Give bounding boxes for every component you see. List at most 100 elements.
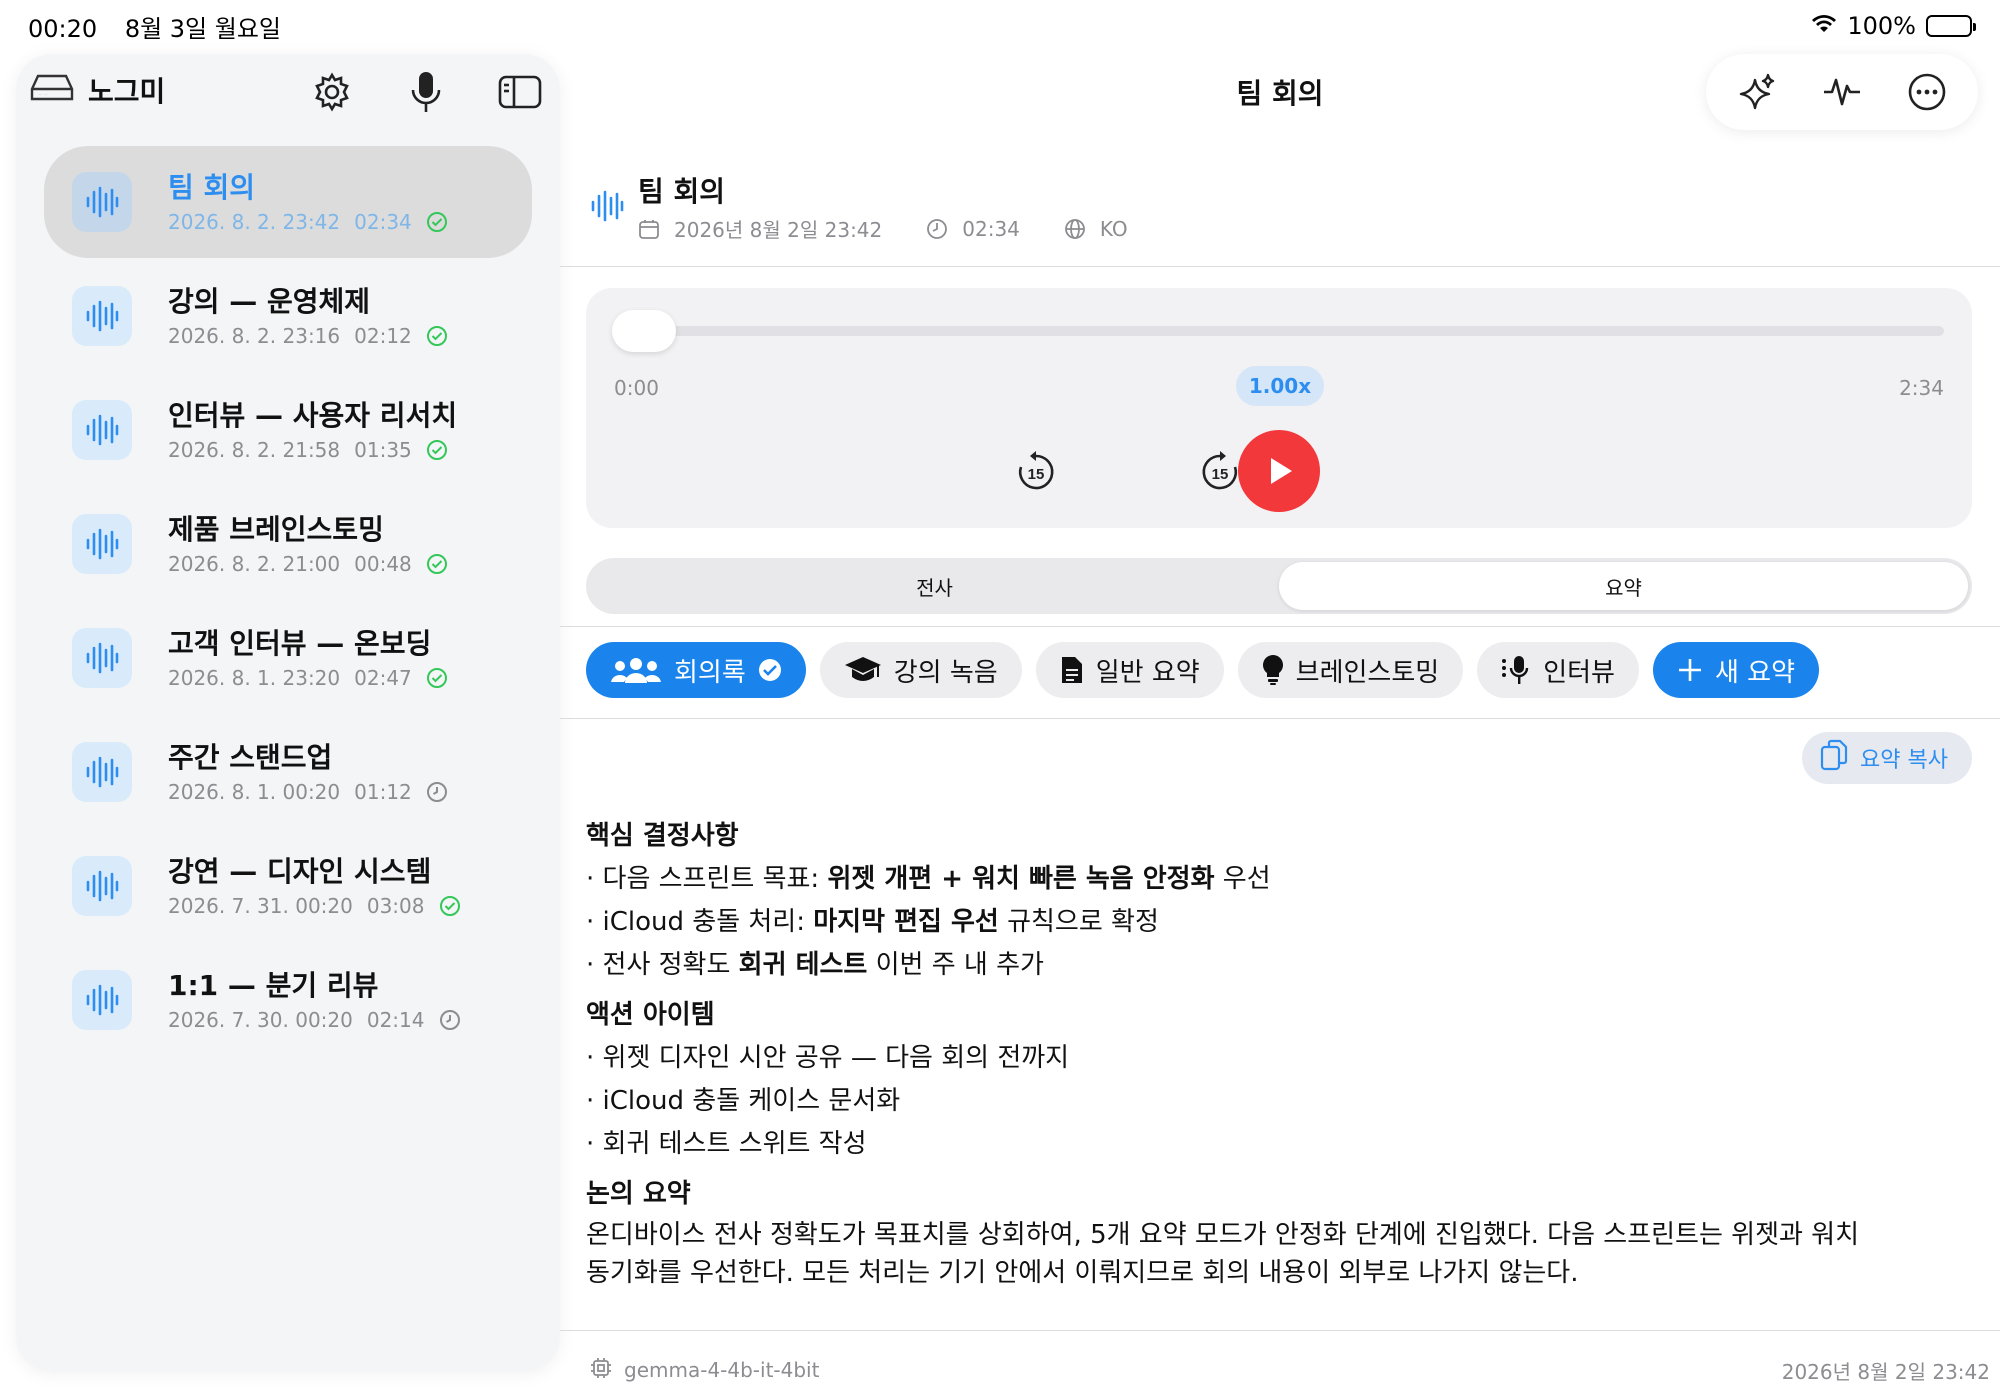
waveform-icon — [590, 190, 624, 226]
check-circle-icon — [426, 667, 448, 689]
playback-speed-button[interactable]: 1.00x — [1236, 366, 1324, 406]
mode-general-chip[interactable]: 일반 요약 — [1035, 642, 1224, 698]
record-button[interactable] — [402, 68, 450, 116]
recording-datetime: 2026년 8월 2일 23:42 — [674, 218, 883, 242]
recording-item-duration: 02:12 — [354, 324, 412, 348]
waveform-icon — [72, 970, 132, 1030]
decision-item: 다음 스프린트 목표: 위젯 개편 + 워치 빠른 녹음 안정화 우선 — [586, 858, 1986, 901]
divider — [560, 266, 2000, 267]
summary-mode-chips: 회의록 강의 녹음 일반 요약 브레인스토밍 인터뷰 새 요약 — [586, 642, 1819, 700]
list-item[interactable]: 팀 회의 2026. 8. 2. 23:42 02:34 — [44, 146, 532, 258]
waveform-icon — [72, 286, 132, 346]
mode-brainstorm-label: 브레인스토밍 — [1295, 657, 1440, 688]
list-item[interactable]: 강의 — 운영체제 2026. 8. 2. 23:16 02:12 — [44, 260, 532, 372]
decision-item: 전사 정확도 회귀 테스트 이번 주 내 추가 — [586, 944, 1986, 987]
skip-forward-button[interactable]: 15 — [1196, 448, 1244, 496]
mode-meeting-chip[interactable]: 회의록 — [586, 642, 806, 698]
copy-icon — [1820, 739, 1848, 777]
recording-item-duration: 02:34 — [354, 210, 412, 234]
waveform-icon — [72, 856, 132, 916]
check-circle-icon — [426, 325, 448, 347]
play-icon — [1271, 458, 1292, 484]
mode-general-label: 일반 요약 — [1095, 657, 1200, 688]
skip-forward-seconds: 15 — [1212, 466, 1229, 483]
top-actions — [1706, 54, 1978, 130]
sidebar-icon — [498, 75, 542, 109]
people-icon — [610, 656, 662, 684]
list-item[interactable]: 고객 인터뷰 — 온보딩 2026. 8. 1. 23:20 02:47 — [44, 602, 532, 714]
tab-summary[interactable]: 요약 — [1279, 562, 1968, 610]
new-summary-label: 새 요약 — [1714, 657, 1795, 688]
discussion-line: 온디바이스 전사 정확도가 목표치를 상회하여, 5개 요약 모드가 안정화 단… — [586, 1220, 1860, 1250]
status-date: 8월 3일 월요일 — [124, 14, 282, 43]
recording-item-duration: 01:12 — [354, 780, 412, 804]
document-icon — [1060, 655, 1084, 685]
waveform-icon — [72, 400, 132, 460]
checkmark-badge-icon — [758, 658, 782, 682]
progress-thumb[interactable] — [612, 310, 676, 352]
graduation-cap-icon — [844, 655, 882, 685]
app-brand[interactable]: 노그미 — [30, 70, 165, 110]
recording-language: KO — [1099, 216, 1128, 241]
recording-title: 팀 회의 — [638, 175, 726, 208]
recording-item-duration: 02:47 — [354, 666, 412, 690]
recording-item-meta: 2026. 8. 1. 23:20 02:47 — [168, 666, 448, 690]
summary-timestamp: 2026년 8월 2일 23:42 — [1781, 1359, 1990, 1384]
mode-interview-chip[interactable]: 인터뷰 — [1477, 642, 1639, 698]
new-summary-button[interactable]: 새 요약 — [1652, 642, 1819, 698]
copy-summary-button[interactable]: 요약 복사 — [1802, 732, 1972, 784]
tab-transcript[interactable]: 전사 — [590, 562, 1279, 610]
copy-summary-label: 요약 복사 — [1860, 748, 1948, 773]
recording-item-date: 2026. 8. 1. 23:20 — [168, 666, 341, 690]
waveform-icon — [1823, 78, 1860, 106]
current-time: 0:00 — [614, 376, 659, 400]
list-item[interactable]: 주간 스탠드업 2026. 8. 1. 00:20 01:12 — [44, 716, 532, 828]
lightbulb-icon — [1262, 654, 1284, 686]
summary-content: 핵심 결정사항 다음 스프린트 목표: 위젯 개편 + 워치 빠른 녹음 안정화… — [586, 808, 1986, 1292]
check-circle-icon — [426, 211, 448, 233]
mode-lecture-chip[interactable]: 강의 녹음 — [819, 642, 1022, 698]
status-time: 00:20 — [28, 14, 98, 43]
list-item[interactable]: 인터뷰 — 사용자 리서치 2026. 8. 2. 21:58 01:35 — [44, 374, 532, 486]
sidebar-toggle-button[interactable] — [496, 68, 544, 116]
clock-icon — [926, 218, 948, 240]
mode-brainstorm-chip[interactable]: 브레인스토밍 — [1237, 642, 1464, 698]
waveform-button[interactable] — [1814, 64, 1870, 120]
skip-back-button[interactable]: 15 — [1012, 448, 1060, 496]
recording-item-title: 강의 — 운영체제 — [168, 285, 371, 318]
clock-icon — [426, 781, 448, 803]
sparkles-icon — [1739, 73, 1774, 110]
action-item: 회귀 테스트 스위트 작성 — [586, 1123, 1986, 1166]
more-button[interactable] — [1899, 64, 1955, 120]
recording-duration: 02:34 — [962, 216, 1020, 241]
mode-lecture-label: 강의 녹음 — [893, 657, 998, 688]
settings-button[interactable] — [308, 68, 356, 116]
recording-item-duration: 00:48 — [354, 552, 412, 576]
wifi-icon — [1811, 12, 1837, 40]
decision-item: iCloud 충돌 처리: 마지막 편집 우선 규칙으로 확정 — [586, 901, 1986, 944]
more-icon — [1909, 73, 1946, 111]
mode-interview-label: 인터뷰 — [1543, 657, 1615, 688]
progress-track[interactable] — [614, 326, 1944, 336]
chip-icon — [590, 1357, 612, 1384]
recording-item-duration: 03:08 — [366, 894, 425, 918]
recording-item-meta: 2026. 7. 30. 00:20 02:14 — [168, 1008, 461, 1032]
recording-item-date: 2026. 7. 30. 00:20 — [168, 1008, 353, 1032]
recording-item-date: 2026. 8. 1. 00:20 — [168, 780, 341, 804]
recording-item-meta: 2026. 8. 2. 23:16 02:12 — [168, 324, 448, 348]
decisions-heading: 핵심 결정사항 — [586, 821, 739, 851]
discussion-heading: 논의 요약 — [586, 1179, 691, 1209]
sidebar-header: 노그미 — [16, 54, 560, 129]
globe-icon — [1064, 218, 1086, 240]
main-panel: 팀 회의 팀 회의 2026년 8월 2일 23:42 02:34 KO 0:0… — [560, 52, 2000, 1390]
ai-sparkle-button[interactable] — [1729, 64, 1785, 120]
gear-icon — [315, 72, 349, 112]
recording-item-duration: 01:35 — [354, 438, 412, 462]
check-circle-icon — [426, 439, 448, 461]
model-name: gemma-4-4b-it-4bit — [624, 1358, 820, 1382]
list-item[interactable]: 제품 브레인스토밍 2026. 8. 2. 21:00 00:48 — [44, 488, 532, 600]
list-item[interactable]: 강연 — 디자인 시스템 2026. 7. 31. 00:20 03:08 — [44, 830, 532, 942]
list-item[interactable]: 1:1 — 분기 리뷰 2026. 7. 30. 00:20 02:14 — [44, 944, 532, 1056]
calendar-icon — [638, 218, 660, 240]
play-button[interactable] — [1238, 430, 1320, 512]
